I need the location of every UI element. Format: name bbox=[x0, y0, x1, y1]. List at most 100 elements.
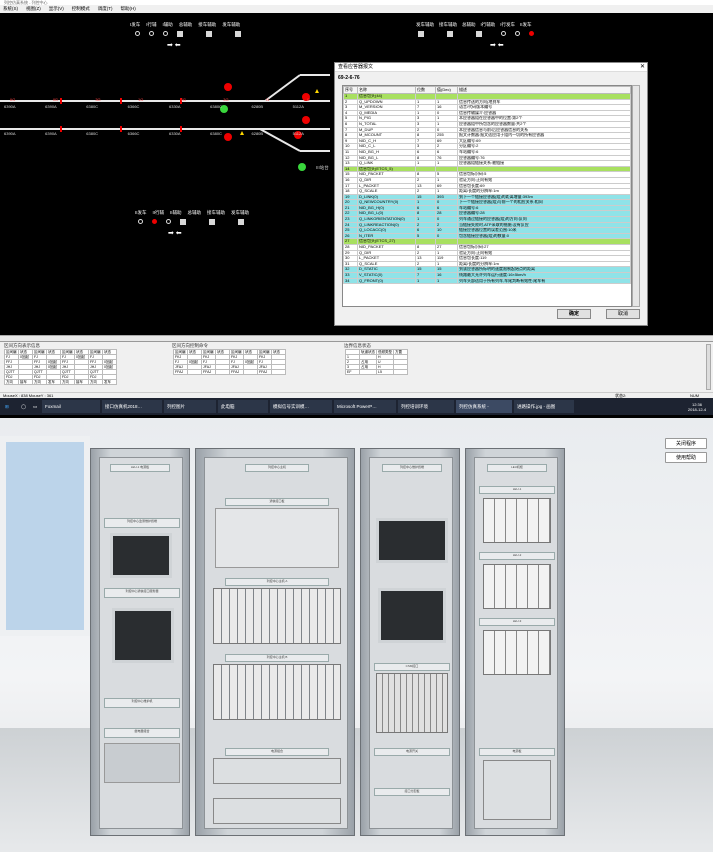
signal-label: II辅助 bbox=[170, 210, 182, 215]
system-clock[interactable]: 12:36 2018-12-4 bbox=[683, 402, 713, 412]
cabinet-plate: 电源板 bbox=[479, 748, 555, 756]
cabinet-3[interactable]: 列控中心维护终端 CSM接口 电源开关 接口分配板 bbox=[360, 448, 460, 836]
equipment-room-3d: 关闭程序 使用帮助 LEU-1 电源板 列控中心监测维护终端 列控中心通信接口服… bbox=[0, 418, 713, 852]
taskbar-app[interactable]: 模拟信号实训模… bbox=[270, 400, 332, 413]
signal-label: II发车 bbox=[135, 210, 147, 215]
taskbar: ⊞ ◯ ▭ Foxmail 接口仿真机2018… 列控图片 此电脑 模拟信号实训… bbox=[0, 398, 713, 415]
indicator-button[interactable] bbox=[235, 31, 241, 37]
power-unit bbox=[483, 760, 551, 820]
indicator-lamp[interactable] bbox=[166, 219, 171, 224]
indicator-lamp[interactable] bbox=[149, 31, 154, 36]
cabinet-plate: LEU-2 bbox=[479, 552, 555, 560]
cabinet-4[interactable]: LEU机柜 LEU-1 LEU-2 LEU-3 电源板 bbox=[465, 448, 565, 836]
cabinet-1[interactable]: LEU-1 电源板 列控中心监测维护终端 列控中心通信接口服务器 列控中心维护机… bbox=[90, 448, 190, 836]
table-cell: Q_FRONT(0) bbox=[357, 277, 416, 285]
signal-label: 发车辅助 bbox=[222, 22, 241, 27]
cabinet-plate: 继电器组合 bbox=[104, 728, 180, 738]
windows-start-icon[interactable]: ⊞ bbox=[2, 400, 16, 413]
table-scrollbar[interactable] bbox=[632, 85, 640, 307]
cabinet-plate: CSM接口 bbox=[374, 663, 450, 671]
indicator-button[interactable] bbox=[238, 219, 244, 225]
indicator-button[interactable] bbox=[476, 31, 482, 37]
table-row: 方向 接车 方向 发车 方向 接车 方向 发车 bbox=[4, 379, 117, 385]
signal-label: I行发车 bbox=[500, 22, 515, 27]
cabinet-plate: 电源组合 bbox=[225, 748, 329, 756]
taskbar-app[interactable]: Foxmail bbox=[42, 400, 100, 413]
menu-view[interactable]: 视图(Z) bbox=[26, 6, 41, 12]
ok-button[interactable]: 确定 bbox=[557, 309, 591, 319]
table-cell: 列车头部适用于所有列车,车尾判断有效性:尾车有 bbox=[457, 277, 631, 285]
leu-unit bbox=[483, 498, 551, 543]
taskbar-app[interactable]: 列控图片 bbox=[164, 400, 216, 413]
cabinet-2[interactable]: 列控中心主机 通信接口板 列控中心主机 A 列控中心主机 B 电源组合 bbox=[195, 448, 355, 836]
track-layout bbox=[0, 74, 330, 171]
indicator-button[interactable] bbox=[206, 31, 212, 37]
menu-display[interactable]: 显示(V) bbox=[49, 6, 64, 12]
direction-arrows-icon: ➡ ⬅ bbox=[168, 230, 182, 237]
boundary-table: 轨道状态 低频类型 方置 1 H 2 占用 U 3 占用 H EF L5 bbox=[345, 349, 408, 375]
help-button[interactable]: 使用帮助 bbox=[665, 452, 707, 463]
lamp-row-top-right bbox=[418, 31, 534, 37]
monitor-screen bbox=[378, 588, 446, 643]
indicator-lamp[interactable] bbox=[515, 31, 520, 36]
taskbar-app-active[interactable]: 列控仿真系统 - bbox=[456, 400, 512, 413]
table-cell: 34 bbox=[343, 277, 358, 285]
taskbar-app[interactable]: 接口仿真机2018… bbox=[102, 400, 162, 413]
signal-label: I行辅助 bbox=[480, 22, 496, 27]
taskbar-app[interactable]: 此电脑 bbox=[218, 400, 268, 413]
power-unit bbox=[213, 798, 341, 824]
cabinet-plate: 列控中心维护机 bbox=[104, 698, 180, 708]
indicator-lamp[interactable] bbox=[135, 31, 140, 36]
cabinet-plate: 通信接口板 bbox=[225, 498, 329, 506]
signal-label: 总辅助 bbox=[187, 210, 202, 215]
indicator-lamp[interactable] bbox=[138, 219, 143, 224]
table-row[interactable]: 34 Q_FRONT(0) 1 1 列车头部适用于所有列车,车尾判断有效性:尾车有 bbox=[343, 277, 631, 285]
indicator-button[interactable] bbox=[177, 31, 183, 37]
message-table[interactable]: 序号 名称 位数 值(Dec) 描述 1 信息包头(44) 2 Q_UPDOWN 1 1 信… bbox=[342, 85, 632, 307]
table-cell: 1 bbox=[415, 277, 436, 285]
indicator-lamp-red[interactable] bbox=[152, 219, 157, 224]
menu-system[interactable]: 系统(S) bbox=[3, 6, 18, 12]
direction-command-table: 区间编 状态 区间编 状态 区间编 状态 区间编 状态 FKJ FKJ FKJ FKJ FJ 0回起 FJ F… bbox=[173, 349, 286, 375]
indicator-button[interactable] bbox=[447, 31, 453, 37]
menu-dispatch[interactable]: 调度(T) bbox=[98, 6, 113, 12]
dialog-title: 查看应答器报文 bbox=[335, 63, 647, 72]
task-view-icon[interactable]: ▭ bbox=[30, 400, 40, 413]
lamp-row-mid-left bbox=[138, 219, 244, 225]
indicator-button[interactable] bbox=[418, 31, 424, 37]
taskbar-app[interactable]: 列控培训环境 bbox=[398, 400, 454, 413]
signal-group-top-right: 发车辅助 接车辅助 总辅助 I行辅助 I行发车 II发车 bbox=[416, 22, 532, 28]
cabinet-plate: 接口分配板 bbox=[374, 788, 450, 796]
signal-label: 发车辅助 bbox=[416, 22, 434, 27]
cabinet-plate: LEU-1 电源板 bbox=[110, 464, 170, 472]
table-header: 序号 名称 位数 值(Dec) 描述 bbox=[343, 86, 631, 94]
taskbar-app[interactable]: 进路操作.jpg - 画图 bbox=[514, 400, 574, 413]
power-unit bbox=[213, 758, 341, 784]
signal-label: I行辅 bbox=[146, 22, 157, 27]
host-a-rack bbox=[213, 588, 341, 644]
indicator-lamp-red[interactable] bbox=[529, 31, 534, 36]
menu-bar: 系统(S) 视图(Z) 显示(V) 控制模式 调度(T) 帮助(H) bbox=[0, 5, 713, 13]
panel-scrollbar[interactable] bbox=[706, 344, 711, 390]
search-icon[interactable]: ◯ bbox=[18, 400, 28, 413]
status-panels: 区间方向表示信息 区间编 状态 区间编 状态 区间编 状态 区间编 状态 FJ 0回起 FJ FJ 0回… bbox=[0, 341, 713, 392]
signal-label: 接车辅助 bbox=[439, 22, 457, 27]
indicator-button[interactable] bbox=[180, 219, 186, 225]
cancel-button[interactable]: 取消 bbox=[606, 309, 640, 319]
menu-help[interactable]: 帮助(H) bbox=[121, 6, 136, 12]
menu-control-mode[interactable]: 控制模式 bbox=[72, 6, 90, 12]
taskbar-app[interactable]: Microsoft PowerP… bbox=[334, 400, 396, 413]
lamp-row-top-left bbox=[135, 31, 241, 37]
signal-label: 接车辅助 bbox=[198, 22, 217, 27]
cabinet-plate: 列控中心维护终端 bbox=[382, 464, 442, 472]
exit-program-button[interactable]: 关闭程序 bbox=[665, 438, 707, 449]
indicator-lamp[interactable] bbox=[163, 31, 168, 36]
balise-code: 69-2-6-76 bbox=[338, 75, 360, 81]
indicator-button[interactable] bbox=[209, 219, 215, 225]
cabinet-frame: LEU机柜 LEU-1 LEU-2 LEU-3 电源板 bbox=[474, 457, 558, 829]
monitor-screen bbox=[376, 518, 448, 563]
close-icon[interactable]: ✕ bbox=[640, 63, 645, 72]
track-code-row-2: 6390A 6390A 6380C 6366C 6330A 6380C 6280B 5112A bbox=[4, 131, 304, 136]
cabinet-plate: LEU-3 bbox=[479, 618, 555, 626]
indicator-lamp[interactable] bbox=[501, 31, 506, 36]
